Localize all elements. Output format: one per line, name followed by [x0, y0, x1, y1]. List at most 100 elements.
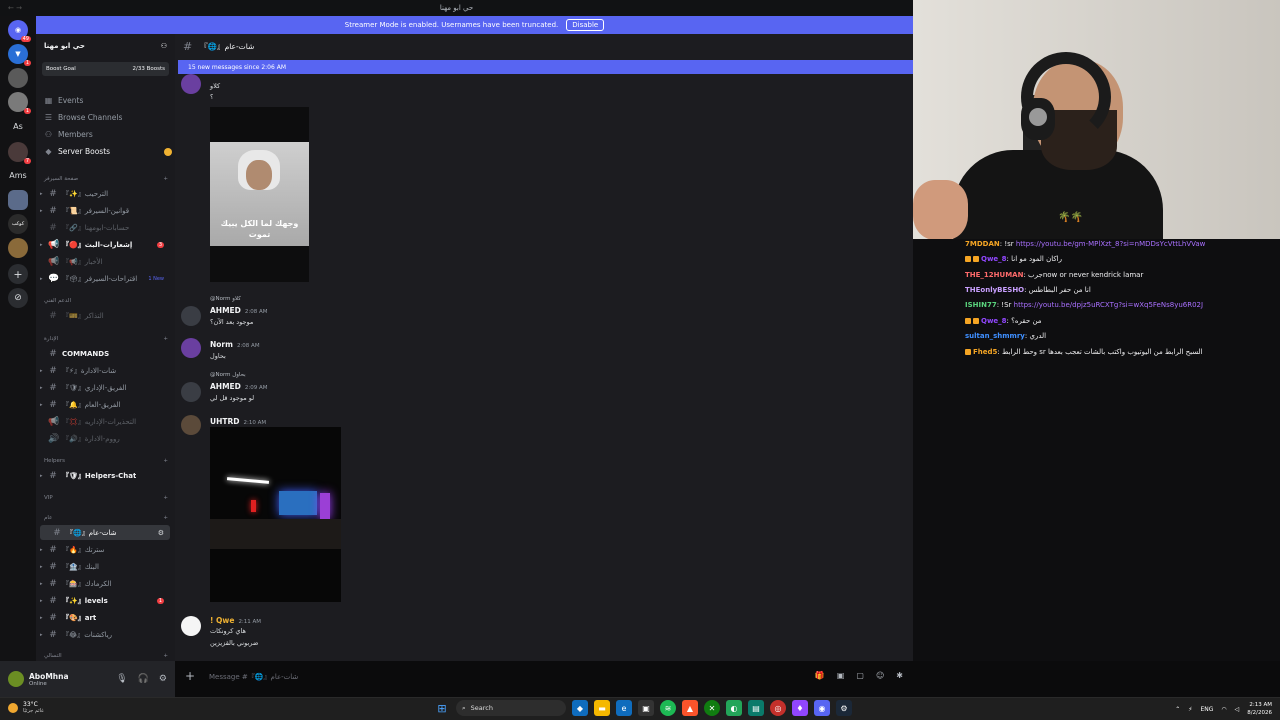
- server-icon[interactable]: [8, 238, 28, 258]
- chrome-icon[interactable]: ◎: [770, 700, 786, 716]
- channel-item[interactable]: ▸ # 『😂』رياكشنات: [36, 627, 172, 642]
- channel-item[interactable]: 📢 『💢』التحذيرات-الإداريه: [36, 414, 172, 429]
- channel-item[interactable]: ▸ # 『🏦』البنك: [36, 559, 172, 574]
- category-header[interactable]: الدعم الفني: [44, 298, 168, 304]
- back-forward-icon[interactable]: ← →: [8, 4, 22, 12]
- edge-icon[interactable]: e: [616, 700, 632, 716]
- xbox-icon[interactable]: ✕: [704, 700, 720, 716]
- message-author[interactable]: ! Qwe 2:11 AM: [210, 616, 261, 625]
- category-header[interactable]: صفحة السيرفر +: [44, 176, 168, 182]
- channel-item[interactable]: ▸ # 『⚡』شات-الادارة: [36, 363, 172, 378]
- spotify-icon[interactable]: ≋: [660, 700, 676, 716]
- channel-item[interactable]: ▸ # 『🎨』art: [36, 610, 172, 625]
- server-icon[interactable]: كوكب: [8, 214, 28, 234]
- discover-icon[interactable]: ⊘: [8, 288, 28, 308]
- message-input[interactable]: Message #『🌐』شات-عام: [209, 672, 298, 682]
- channel-item[interactable]: ▸ # 『🛡』Helpers-Chat: [36, 468, 172, 483]
- search-box[interactable]: ⌕ Search: [456, 700, 566, 716]
- category-header[interactable]: VIP +: [44, 495, 168, 501]
- add-channel-icon[interactable]: +: [163, 653, 168, 659]
- server-icon[interactable]: ▼ 1: [8, 44, 31, 66]
- message-author[interactable]: AHMED 2:08 AM: [210, 306, 268, 315]
- channel-item[interactable]: ▸ # 『📜』قوانين-السيرفر: [36, 203, 172, 218]
- avatar[interactable]: [181, 616, 201, 636]
- members-link[interactable]: ⚇ Members: [44, 130, 172, 139]
- add-attachment-icon[interactable]: +: [185, 669, 195, 683]
- gift-icon[interactable]: 🎁: [815, 671, 825, 680]
- channel-item[interactable]: # 『🎫』التذاكر: [36, 308, 172, 323]
- add-channel-icon[interactable]: +: [163, 176, 168, 182]
- avatar[interactable]: [181, 306, 201, 326]
- copilot-icon[interactable]: ◆: [572, 700, 588, 716]
- room-photo[interactable]: [210, 427, 341, 602]
- settings-icon[interactable]: ⚙: [158, 529, 164, 537]
- reply-preview[interactable]: @Norm بحاول: [210, 372, 246, 378]
- add-server-icon[interactable]: +: [8, 264, 28, 284]
- discord-icon[interactable]: ◉: [814, 700, 830, 716]
- channel-item[interactable]: ▸ # 『✨』levels 1: [36, 593, 172, 608]
- start-icon[interactable]: ⊞: [434, 700, 450, 716]
- message-author[interactable]: UHTRD 2:10 AM: [210, 417, 266, 426]
- add-channel-icon[interactable]: +: [163, 515, 168, 521]
- avatar[interactable]: [181, 74, 201, 94]
- message-author[interactable]: AHMED 2:09 AM: [210, 382, 268, 391]
- server-label[interactable]: Ams: [5, 171, 31, 180]
- file-explorer-icon[interactable]: ▬: [594, 700, 610, 716]
- new-messages-bar[interactable]: 15 new messages since 2:06 AM: [178, 60, 913, 74]
- settings-icon[interactable]: ⚙: [159, 674, 167, 684]
- category-header[interactable]: الإدارة +: [44, 336, 168, 342]
- category-header[interactable]: Helpers +: [44, 458, 168, 464]
- chat-link[interactable]: https://youtu.be/dpjz5uRCXTg?si=wXq5FeNs…: [1014, 301, 1203, 309]
- apps-icon[interactable]: ✱: [896, 671, 903, 680]
- add-channel-icon[interactable]: +: [163, 458, 168, 464]
- message-author[interactable]: Norm 2:08 AM: [210, 340, 260, 349]
- avatar[interactable]: [181, 338, 201, 358]
- reply-preview[interactable]: @Norm كلاو: [210, 296, 241, 302]
- gif-icon[interactable]: ▣: [837, 671, 845, 680]
- active-server-icon[interactable]: [8, 190, 28, 210]
- weather-widget[interactable]: 33°C غائم جزئيًا: [8, 701, 44, 714]
- add-channel-icon[interactable]: +: [163, 495, 168, 501]
- add-member-icon[interactable]: ⚇: [161, 42, 167, 50]
- app-icon[interactable]: ▣: [638, 700, 654, 716]
- avatar[interactable]: [181, 415, 201, 435]
- lang-indicator[interactable]: ENG: [1200, 706, 1213, 713]
- sticker-icon[interactable]: ▢: [856, 671, 864, 680]
- channel-item[interactable]: ▸ # 『🛡』الفريق-الإداري: [36, 380, 172, 395]
- brave-icon[interactable]: ▲: [682, 700, 698, 716]
- events-link[interactable]: ▦ Events: [44, 96, 172, 105]
- steam-icon[interactable]: ⚙: [836, 700, 852, 716]
- channel-item[interactable]: ▸ # 『🔥』سترتك: [36, 542, 172, 557]
- microphone-icon[interactable]: 🎙: [116, 674, 127, 684]
- headphones-icon[interactable]: 🎧: [138, 674, 149, 684]
- channel-item[interactable]: ▸ # 『🎰』الكرمادك: [36, 576, 172, 591]
- chat-link[interactable]: https://youtu.be/gm-MPlXzt_8?si=nMDDsYcV…: [1016, 240, 1206, 248]
- emoji-icon[interactable]: ☺: [876, 671, 884, 680]
- server-header[interactable]: حي ابو مهنا ⚇: [36, 34, 175, 58]
- boost-goal[interactable]: Boost Goal 2/33 Boosts: [42, 62, 169, 76]
- avatar[interactable]: [8, 671, 24, 687]
- server-icon[interactable]: 7: [8, 142, 31, 164]
- disable-button[interactable]: Disable: [566, 19, 605, 31]
- server-label[interactable]: As: [5, 122, 31, 131]
- category-header[interactable]: عام +: [44, 515, 168, 521]
- browse-channels-link[interactable]: ☰ Browse Channels: [44, 113, 172, 122]
- chevron-up-icon[interactable]: ⌃: [1175, 706, 1180, 713]
- channel-item[interactable]: 📢 『📢』الأخبار: [36, 254, 172, 269]
- app-icon[interactable]: ▤: [748, 700, 764, 716]
- server-icon[interactable]: 1: [8, 92, 31, 114]
- channel-item[interactable]: ▸ 📢 『🔴』إشعارات-البث 3: [36, 237, 172, 252]
- channel-item-active[interactable]: # 『🌐』شات-عام ⚙: [40, 525, 170, 540]
- channel-item[interactable]: ▸ # 『🔔』الفريق-العام: [36, 397, 172, 412]
- home-icon[interactable]: ◉ 49: [8, 20, 31, 42]
- clock[interactable]: 2:13 AM 8/2/2026: [1247, 701, 1272, 717]
- channel-item[interactable]: ▸ # 『✨』الترحيب: [36, 186, 172, 201]
- channel-item[interactable]: ▸ 💬 『🗳』اقتراحات-السيرفر 1 New: [36, 271, 172, 286]
- add-channel-icon[interactable]: +: [163, 336, 168, 342]
- volume-icon[interactable]: ◁: [1235, 706, 1240, 713]
- twitch-icon[interactable]: ♦: [792, 700, 808, 716]
- channel-item[interactable]: # 『🔗』حسابات-ابومهنا: [36, 220, 172, 235]
- server-boosts-link[interactable]: ◆ Server Boosts: [44, 147, 172, 156]
- usb-icon[interactable]: ⚡: [1188, 706, 1192, 713]
- wifi-icon[interactable]: ◠: [1221, 706, 1226, 713]
